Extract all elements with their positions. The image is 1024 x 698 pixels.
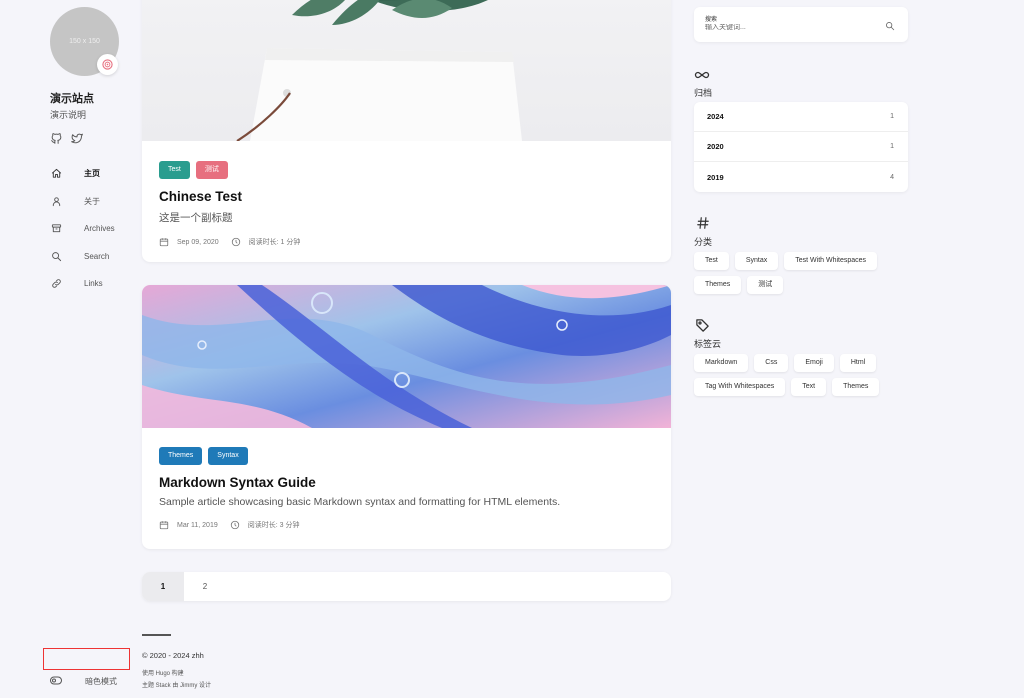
site-description: 演示说明 [50,110,87,120]
tag-pill[interactable]: Tag With Whitespaces [694,378,786,396]
menu-item-label: Archives [84,224,115,234]
dark-mode-label: 暗色模式 [85,676,117,686]
category-tag[interactable]: 测试 [195,161,228,179]
tag-pill[interactable]: Emoji [794,354,834,372]
footer-powered-by: 使用 Hugo 构建 [142,671,184,677]
category-pill[interactable]: Test [694,252,729,270]
site-name[interactable]: 演示站点 [50,90,94,106]
article-cover-image[interactable] [142,285,671,428]
archive-year: 2020 [707,142,724,151]
article-subtitle: Sample article showcasing basic Markdown… [159,496,561,508]
menu-item-label: 主页 [84,169,100,179]
article-subtitle: 这是一个副标题 [159,212,233,224]
archive-year: 2024 [707,112,724,121]
menu-item-search[interactable]: Search [50,243,140,271]
left-sidebar: 150 x 150 演示站点 演示说明 主页 关于 Archives Searc… [0,0,142,698]
article-date: Sep 09, 2020 [177,238,219,246]
highlight-box [43,648,130,670]
tag-pill[interactable]: Text [791,378,827,396]
hash-icon [696,216,710,235]
category-tag[interactable]: Themes [159,447,203,465]
archives-title: 归档 [694,88,713,98]
article-meta: Mar 11, 2019 阅读时长: 3 分钟 [159,520,560,530]
search-label: 搜索 [705,17,718,23]
archive-count: 1 [890,113,894,120]
menu-item-links[interactable]: Links [50,270,140,298]
calendar-icon [159,237,169,247]
menu-item-about[interactable]: 关于 [50,188,140,216]
home-icon [50,168,62,180]
archive-row[interactable]: 2020 1 [694,132,908,162]
infinity-icon [694,68,710,86]
menu-item-home[interactable]: 主页 [50,160,140,188]
user-icon [50,195,62,207]
categories-title: 分类 [694,237,713,247]
article-body: Themes Syntax Markdown Syntax Guide Samp… [159,447,560,530]
article-card[interactable]: Test 测试 Chinese Test 这是一个副标题 Sep 09, 202… [142,0,671,262]
article-body: Test 测试 Chinese Test 这是一个副标题 Sep 09, 202… [159,161,300,247]
page-link[interactable]: 2 [184,572,226,601]
article-read-time: 阅读时长: 3 分钟 [247,522,300,529]
tag-icon [695,318,710,338]
archive-year: 2019 [707,172,724,182]
clock-icon [231,237,241,247]
search-icon [50,250,62,262]
menu-item-label: 关于 [84,196,100,206]
article-tags: Themes Syntax [159,447,560,465]
search-icon[interactable] [885,18,895,36]
tag-cloud-list: Markdown Css Emoji Html Tag With Whitesp… [694,354,914,396]
main-menu: 主页 关于 Archives Search Links [50,160,140,298]
avatar-emoji-icon [97,54,118,75]
article-card[interactable]: Themes Syntax Markdown Syntax Guide Samp… [142,285,671,549]
article-tags: Test 测试 [159,161,300,179]
clock-icon [230,520,240,530]
archive-count: 1 [890,143,894,150]
article-cover-image[interactable] [142,0,671,141]
toggle-icon [50,672,62,690]
category-pill[interactable]: 测试 [747,276,784,294]
link-icon [50,278,62,290]
tag-pill[interactable]: Css [754,354,789,372]
tag-pill[interactable]: Themes [832,378,880,396]
article-read-time: 阅读时长: 1 分钟 [248,239,301,246]
article-title[interactable]: Chinese Test [159,189,300,204]
category-pill[interactable]: Themes [694,276,742,294]
footer-theme-credit: 主题 Stack 由 Jimmy 设计 [142,683,212,689]
search-input[interactable] [705,24,875,31]
menu-item-label: Search [84,251,110,261]
calendar-icon [159,520,169,530]
category-tag[interactable]: Test [159,161,190,179]
footer-divider [142,634,171,636]
archive-row[interactable]: 2019 4 [694,162,908,192]
tag-cloud-title: 标签云 [694,339,722,349]
twitter-icon[interactable] [70,132,84,146]
github-icon[interactable] [50,132,64,146]
archive-row[interactable]: 2024 1 [694,102,908,132]
avatar-placeholder-text: 150 x 150 [69,38,100,45]
page-link-current[interactable]: 1 [142,572,184,601]
archive-count: 4 [890,173,894,181]
tag-pill[interactable]: Markdown [694,354,749,372]
category-pill[interactable]: Syntax [734,252,779,270]
menu-item-archives[interactable]: Archives [50,215,140,243]
categories-list: Test Syntax Test With Whitespaces Themes… [694,252,914,294]
tag-pill[interactable]: Html [839,354,877,372]
menu-item-label: Links [84,279,103,289]
category-pill[interactable]: Test With Whitespaces [784,252,878,270]
article-date: Mar 11, 2019 [177,521,218,529]
archive-icon [50,223,62,235]
category-tag[interactable]: Syntax [208,447,248,465]
article-title[interactable]: Markdown Syntax Guide [159,475,560,490]
dark-mode-toggle[interactable]: 暗色模式 [50,672,117,690]
archives-list: 2024 1 2020 1 2019 4 [694,102,908,192]
article-meta: Sep 09, 2020 阅读时长: 1 分钟 [159,237,300,247]
pagination: 1 2 [142,572,671,601]
footer-copyright: © 2020 - 2024 zhh [142,651,204,660]
search-widget: 搜索 [694,7,908,42]
